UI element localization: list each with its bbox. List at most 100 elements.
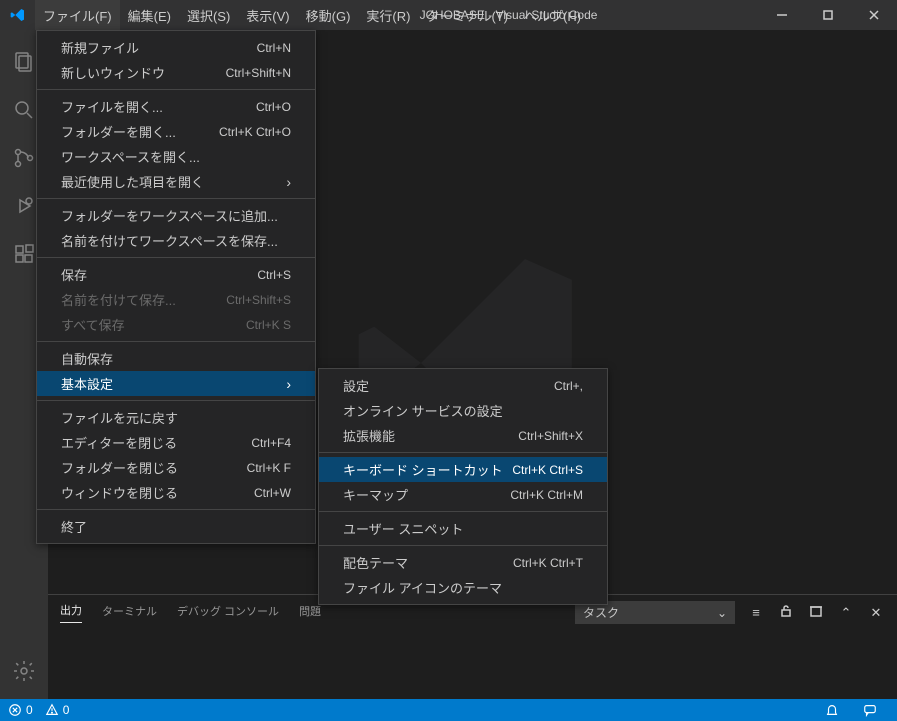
menu-item-shortcut: Ctrl+Shift+S [226, 293, 291, 307]
menu-item-label: フォルダーを開く... [61, 122, 176, 141]
minimize-button[interactable] [759, 0, 805, 30]
menu-item-label: ウィンドウを閉じる [61, 483, 178, 502]
menu-item-label: 設定 [343, 376, 369, 395]
menu-item-shortcut: Ctrl+S [257, 268, 291, 282]
clear-icon[interactable] [807, 603, 825, 622]
settings-gear-icon[interactable] [0, 647, 48, 695]
menu-item-label: エディターを閉じる [61, 433, 177, 452]
filter-icon[interactable]: ≡ [747, 605, 765, 620]
file-menu-item-15[interactable]: 自動保存 [37, 346, 315, 371]
menu-item-shortcut: Ctrl+K F [247, 461, 291, 475]
feedback-icon[interactable] [863, 703, 877, 717]
chevron-right-icon: › [286, 174, 291, 190]
menu-item-shortcut: Ctrl+Shift+X [518, 429, 583, 443]
file-menu-dropdown: 新規ファイルCtrl+N新しいウィンドウCtrl+Shift+N ファイルを開く.… [36, 30, 316, 544]
file-menu-item-12: 名前を付けて保存... Ctrl+Shift+S [37, 287, 315, 312]
menu-item-label: ファイルを元に戻す [61, 408, 178, 427]
menu-item-shortcut: Ctrl+W [254, 486, 291, 500]
pref-menu-item-0[interactable]: 設定 Ctrl+, [319, 373, 607, 398]
close-button[interactable] [851, 0, 897, 30]
chevron-up-icon[interactable]: ⌃ [837, 605, 855, 621]
menu-item-shortcut: Ctrl+K Ctrl+M [510, 488, 583, 502]
menu-item-label: 新規ファイル [61, 38, 139, 57]
menu-item-label: ワークスペースを開く... [61, 147, 200, 166]
panel-tab-出力[interactable]: 出力 [60, 602, 82, 623]
file-menu-item-0[interactable]: 新規ファイルCtrl+N [37, 35, 315, 60]
file-menu-item-20[interactable]: フォルダーを閉じる Ctrl+K F [37, 455, 315, 480]
status-warnings[interactable]: 0 [45, 703, 70, 717]
chevron-down-icon: ⌄ [717, 606, 727, 620]
file-menu-item-23[interactable]: 終了 [37, 514, 315, 539]
panel-tab-ターミナル[interactable]: ターミナル [102, 603, 157, 623]
menu-item-label: キーボード ショートカット [343, 460, 503, 479]
pref-menu-separator [319, 511, 607, 512]
titlebar: ファイル(F)編集(E)選択(S)表示(V)移動(G)実行(R)ターミナル(T)… [0, 0, 897, 30]
menu-item-label: 最近使用した項目を開く [61, 172, 204, 191]
pref-menu-item-4[interactable]: キーボード ショートカット Ctrl+K Ctrl+S [319, 457, 607, 482]
pref-menu-item-1[interactable]: オンライン サービスの設定 [319, 398, 607, 423]
file-menu-item-18[interactable]: ファイルを元に戻す [37, 405, 315, 430]
file-menu-item-11[interactable]: 保存 Ctrl+S [37, 262, 315, 287]
menu-item-shortcut: Ctrl+F4 [251, 436, 291, 450]
menu-item-shortcut: Ctrl+K Ctrl+O [219, 125, 291, 139]
menu-item-label: ファイル アイコンのテーマ [343, 578, 502, 597]
menu-item-label: フォルダーをワークスペースに追加... [61, 206, 278, 225]
file-menu-separator [37, 257, 315, 258]
bottom-panel: 出力ターミナルデバッグ コンソール問題 タスク ⌄ ≡ ⌃ ✕ [48, 594, 897, 699]
window-controls [759, 0, 897, 30]
file-menu-separator [37, 198, 315, 199]
file-menu-separator [37, 509, 315, 510]
file-menu-item-4[interactable]: フォルダーを開く... Ctrl+K Ctrl+O [37, 119, 315, 144]
menu-item-shortcut: Ctrl+K S [246, 318, 291, 332]
menu-item-label: 保存 [61, 265, 87, 284]
file-menu-item-5[interactable]: ワークスペースを開く... [37, 144, 315, 169]
menu-item-label: 基本設定 [61, 374, 113, 393]
pref-menu-item-2[interactable]: 拡張機能 Ctrl+Shift+X [319, 423, 607, 448]
menu-item-shortcut: Ctrl+K Ctrl+S [512, 463, 583, 477]
file-menu-item-13: すべて保存Ctrl+K S [37, 312, 315, 337]
status-bar: 0 0 [0, 699, 897, 721]
pref-menu-item-7[interactable]: ユーザー スニペット [319, 516, 607, 541]
lock-icon[interactable] [777, 603, 795, 622]
menu-item-label: ユーザー スニペット [343, 519, 463, 538]
file-menu-item-21[interactable]: ウィンドウを閉じる Ctrl+W [37, 480, 315, 505]
menu-ファイル(F)[interactable]: ファイル(F) [35, 0, 120, 30]
menu-編集(E)[interactable]: 編集(E) [120, 0, 179, 30]
select-label: タスク [583, 604, 619, 621]
menu-item-shortcut: Ctrl+K Ctrl+T [513, 556, 583, 570]
pref-menu-item-5[interactable]: キーマップ Ctrl+K Ctrl+M [319, 482, 607, 507]
file-menu-item-16[interactable]: 基本設定› [37, 371, 315, 396]
menu-item-label: 名前を付けて保存... [61, 290, 176, 309]
notifications-icon[interactable] [825, 703, 839, 717]
menu-item-label: 自動保存 [61, 349, 113, 368]
menu-移動(G)[interactable]: 移動(G) [298, 0, 359, 30]
menu-item-label: 終了 [61, 517, 87, 536]
close-panel-icon[interactable]: ✕ [867, 605, 885, 621]
menu-item-label: フォルダーを閉じる [61, 458, 178, 477]
menu-item-label: 拡張機能 [343, 426, 395, 445]
file-menu-item-8[interactable]: フォルダーをワークスペースに追加... [37, 203, 315, 228]
status-errors[interactable]: 0 [8, 703, 33, 717]
menu-item-shortcut: Ctrl+Shift+N [226, 66, 291, 80]
error-count: 0 [26, 703, 33, 717]
menu-item-shortcut: Ctrl+O [256, 100, 291, 114]
file-menu-item-9[interactable]: 名前を付けてワークスペースを保存... [37, 228, 315, 253]
vscode-logo-icon [0, 0, 35, 30]
file-menu-item-6[interactable]: 最近使用した項目を開く › [37, 169, 315, 194]
menu-実行(R)[interactable]: 実行(R) [358, 0, 418, 30]
menu-表示(V)[interactable]: 表示(V) [238, 0, 297, 30]
maximize-button[interactable] [805, 0, 851, 30]
menu-選択(S)[interactable]: 選択(S) [179, 0, 238, 30]
file-menu-separator [37, 341, 315, 342]
pref-menu-item-10[interactable]: ファイル アイコンのテーマ [319, 575, 607, 600]
file-menu-item-3[interactable]: ファイルを開く...Ctrl+O [37, 94, 315, 119]
pref-menu-item-9[interactable]: 配色テーマCtrl+K Ctrl+T [319, 550, 607, 575]
window-title: JOHOBASE - Visual Studio Code [420, 8, 598, 22]
file-menu-separator [37, 89, 315, 90]
menu-item-label: キーマップ [343, 485, 408, 504]
panel-tab-デバッグ コンソール[interactable]: デバッグ コンソール [177, 603, 279, 623]
menu-item-shortcut: Ctrl+, [554, 379, 583, 393]
panel-tab-問題[interactable]: 問題 [299, 603, 321, 623]
file-menu-item-1[interactable]: 新しいウィンドウCtrl+Shift+N [37, 60, 315, 85]
file-menu-item-19[interactable]: エディターを閉じる Ctrl+F4 [37, 430, 315, 455]
